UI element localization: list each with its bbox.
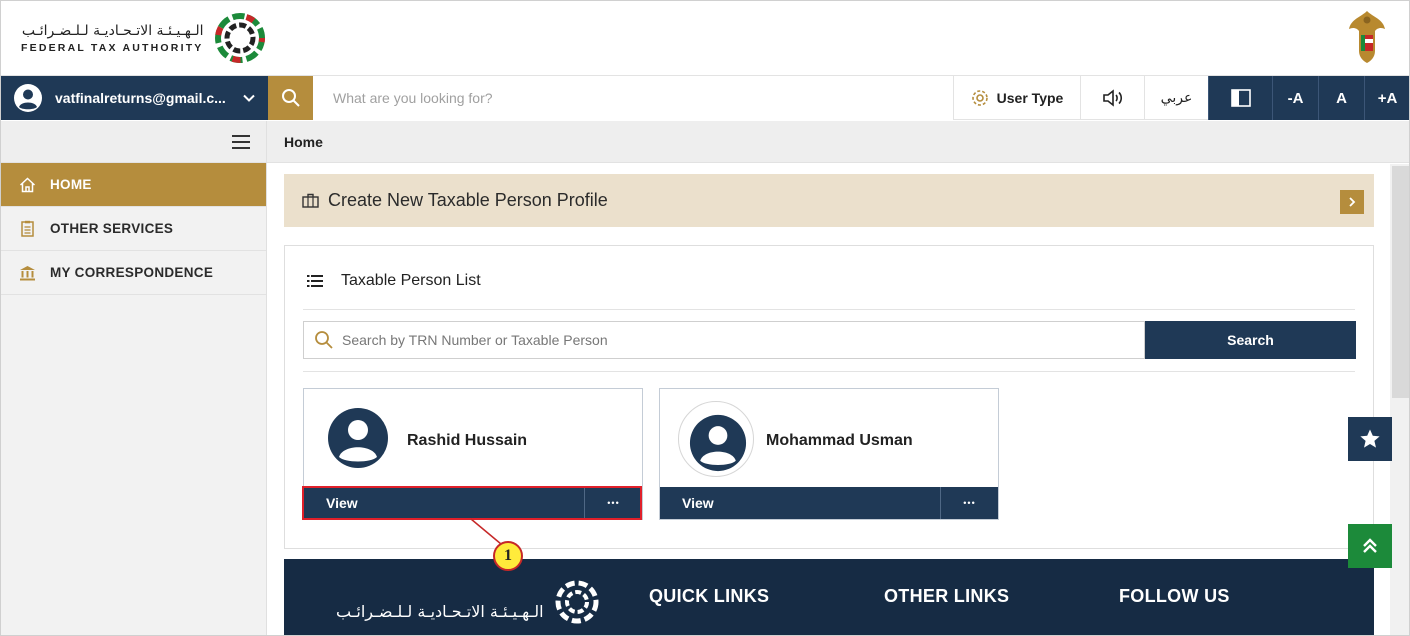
user-account-menu[interactable]: vatfinalreturns@gmail.c...: [1, 76, 268, 120]
star-icon: [1360, 429, 1380, 448]
divider: [303, 309, 1355, 310]
scrollbar-thumb[interactable]: [1392, 166, 1409, 398]
chevron-down-icon: [243, 94, 255, 102]
sidebar-item-my-correspondence[interactable]: MY CORRESPONDENCE: [1, 251, 266, 295]
more-options-button[interactable]: •••: [940, 487, 998, 519]
search-icon: [315, 331, 333, 349]
user-type-selector[interactable]: User Type: [953, 76, 1080, 120]
taxable-search-field[interactable]: [303, 321, 1145, 359]
card-action-bar: View •••: [660, 487, 998, 519]
list-icon: [307, 275, 323, 287]
breadcrumb-home[interactable]: Home: [284, 134, 323, 150]
font-decrease-button[interactable]: -A: [1272, 76, 1318, 120]
sidebar-item-label: MY CORRESPONDENCE: [50, 265, 214, 280]
read-aloud-button[interactable]: [1080, 76, 1144, 120]
clipboard-icon: [21, 220, 34, 237]
fta-logo-text: الـهـيـئـة الاتـحـاديـة لـلـضـرائـب FEDE…: [21, 23, 204, 54]
bank-icon: [20, 265, 35, 280]
divider: [303, 371, 1355, 372]
footer-quick-links-heading: QUICK LINKS: [649, 586, 770, 606]
callout-number-badge: 1: [493, 541, 523, 571]
language-toggle[interactable]: عربي: [1144, 76, 1208, 120]
top-toolbar: vatfinalreturns@gmail.c... User Type: [1, 75, 1409, 120]
fta-logo-icon: [555, 580, 599, 624]
global-search-button[interactable]: [268, 76, 313, 120]
user-email: vatfinalreturns@gmail.c...: [55, 90, 226, 106]
sidebar-item-label: OTHER SERVICES: [50, 221, 174, 236]
global-search-input[interactable]: [313, 76, 953, 120]
site-header: الـهـيـئـة الاتـحـاديـة لـلـضـرائـب FEDE…: [1, 1, 1409, 75]
contrast-toggle-button[interactable]: [1208, 76, 1272, 120]
chevron-right-icon: [1349, 197, 1356, 207]
create-banner-label: Create New Taxable Person Profile: [328, 190, 608, 210]
footer-other-links-heading: OTHER LINKS: [884, 586, 1010, 606]
main-content: Home Create New Taxable Person Profile T…: [267, 121, 1409, 635]
sidebar-toggle-bar: [1, 121, 266, 163]
user-avatar-icon: [14, 84, 42, 112]
taxable-person-name: Mohammad Usman: [766, 432, 913, 449]
scroll-to-top-button[interactable]: [1348, 524, 1392, 568]
more-options-button[interactable]: •••: [584, 487, 642, 519]
person-avatar-icon: [328, 408, 388, 468]
card-action-bar: View •••: [304, 487, 642, 519]
gear-icon: [971, 90, 988, 106]
footer-org-name-arabic: الـهـيـئـة الاتـحـاديـة لـلـضـرائـب: [336, 601, 544, 621]
briefcase-icon: [302, 193, 319, 208]
taxable-list-heading: Taxable Person List: [307, 272, 481, 290]
contrast-icon: [1230, 89, 1251, 107]
font-increase-button[interactable]: +A: [1364, 76, 1409, 120]
taxable-person-list-panel: Taxable Person List Search Rashid Hussai…: [284, 245, 1374, 549]
taxable-list-title: Taxable Person List: [341, 272, 481, 289]
org-name-arabic: الـهـيـئـة الاتـحـاديـة لـلـضـرائـب: [21, 22, 204, 39]
view-button[interactable]: View: [660, 495, 940, 511]
footer-logo: الـهـيـئـة الاتـحـاديـة لـلـضـرائـب: [336, 579, 600, 625]
fta-logo[interactable]: الـهـيـئـة الاتـحـاديـة لـلـضـرائـب FEDE…: [21, 11, 266, 65]
person-avatar-icon: [689, 414, 747, 472]
taxable-person-card: Rashid Hussain View •••: [302, 388, 643, 520]
more-dots-icon: •••: [963, 498, 976, 508]
org-name-english: FEDERAL TAX AUTHORITY: [21, 41, 204, 54]
favorites-button[interactable]: [1348, 417, 1392, 461]
taxable-search-button[interactable]: Search: [1145, 321, 1356, 359]
taxable-person-card: Mohammad Usman View •••: [659, 388, 999, 520]
double-chevron-up-icon: [1363, 538, 1377, 553]
sidebar-item-label: HOME: [50, 177, 92, 192]
sidebar-item-home[interactable]: HOME: [1, 163, 266, 207]
speaker-icon: [1102, 89, 1122, 107]
sidebar-item-other-services[interactable]: OTHER SERVICES: [1, 207, 266, 251]
create-taxable-profile-banner[interactable]: Create New Taxable Person Profile: [284, 174, 1374, 227]
breadcrumb: Home: [267, 121, 1409, 163]
user-type-label: User Type: [996, 90, 1064, 106]
sidebar: HOME OTHER SERVICES MY CORRESPONDENCE: [1, 121, 267, 635]
search-icon: [281, 89, 300, 107]
hamburger-menu-icon[interactable]: [232, 134, 250, 149]
taxable-person-name: Rashid Hussain: [407, 432, 528, 449]
view-button[interactable]: View: [304, 495, 584, 511]
home-icon: [19, 176, 36, 192]
page-frame: الـهـيـئـة الاتـحـاديـة لـلـضـرائـب FEDE…: [0, 0, 1410, 636]
fta-logo-icon: [214, 13, 265, 63]
font-normal-button[interactable]: A: [1318, 76, 1364, 120]
banner-arrow-button[interactable]: [1340, 190, 1364, 214]
taxable-search-input[interactable]: [342, 332, 1122, 348]
site-footer: الـهـيـئـة الاتـحـاديـة لـلـضـرائـب QUIC…: [284, 559, 1374, 635]
footer-follow-us-heading: FOLLOW US: [1119, 586, 1230, 606]
more-dots-icon: •••: [607, 498, 620, 508]
uae-emblem-icon: [1349, 11, 1385, 63]
